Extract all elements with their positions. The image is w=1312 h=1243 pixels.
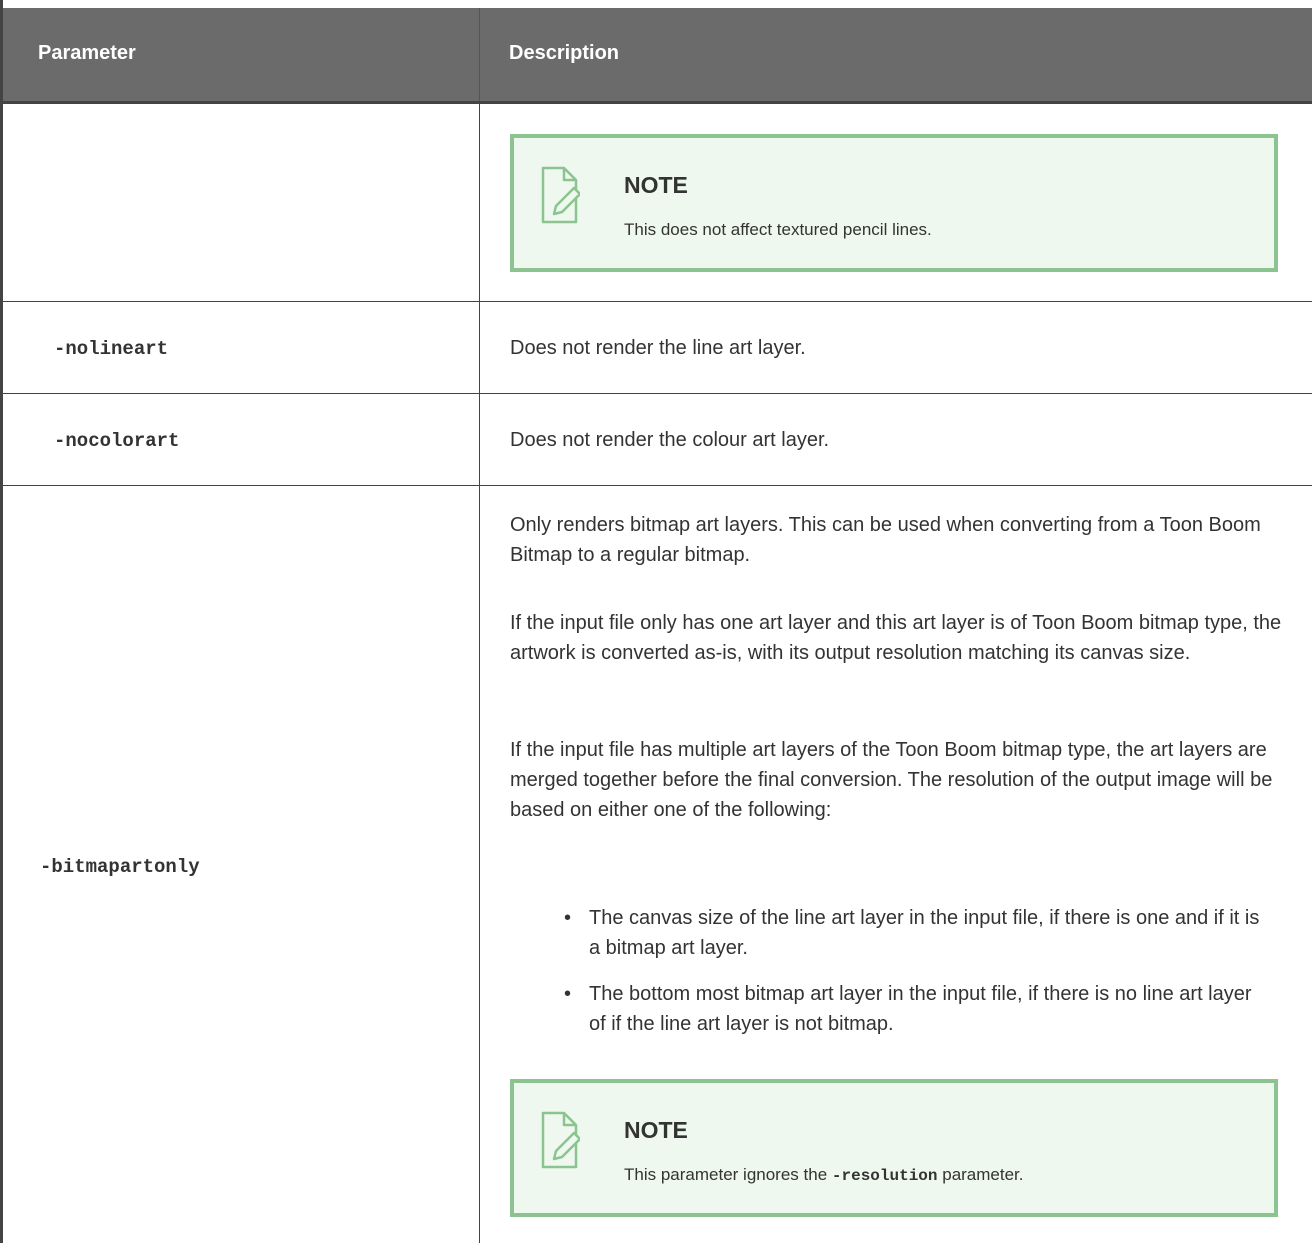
bullet-item: • The bottom most bitmap art layer in th…: [510, 979, 1270, 1039]
note-pencil-icon: [541, 1111, 580, 1169]
note-text: This parameter ignores the -resolution p…: [624, 1165, 1024, 1185]
row-divider: [3, 301, 1312, 302]
param-nocolorart: -nocolorart: [54, 430, 180, 452]
desc-paragraph: If the input file only has one art layer…: [510, 608, 1290, 668]
parameter-table: Parameter Description NOTE This does not…: [0, 0, 1312, 1243]
header-parameter: Parameter: [38, 42, 136, 64]
param-bitmapartonly: -bitmapartonly: [40, 856, 200, 878]
note-box: NOTE This does not affect textured penci…: [510, 134, 1278, 272]
desc-paragraph: If the input file has multiple art layer…: [510, 735, 1290, 825]
desc-paragraph-1: Only renders bitmap art layers. This can…: [510, 514, 1261, 566]
param-nolineart: -nolineart: [54, 338, 169, 360]
column-divider: [479, 104, 480, 1243]
desc-nolineart: Does not render the line art layer.: [510, 337, 806, 359]
desc-paragraph: Only renders bitmap art layers. This can…: [510, 510, 1290, 570]
note-text: This does not affect textured pencil lin…: [624, 220, 932, 239]
bullet-dot-icon: •: [564, 907, 572, 929]
row-divider: [3, 485, 1312, 486]
header-divider: [479, 8, 480, 101]
row-divider: [3, 393, 1312, 394]
note-code: -resolution: [831, 1167, 938, 1185]
bullet-dot-icon: •: [564, 983, 572, 1005]
bullet-list: • The canvas size of the line art layer …: [510, 903, 1270, 1055]
header-description: Description: [509, 42, 620, 64]
table-header: Parameter Description: [3, 8, 1312, 104]
note-title: NOTE: [624, 1117, 688, 1143]
bullet-item: • The canvas size of the line art layer …: [510, 903, 1270, 963]
desc-paragraph-2: If the input file only has one art layer…: [510, 612, 1282, 664]
note-pencil-icon: [541, 166, 580, 224]
desc-paragraph-3: If the input file has multiple art layer…: [510, 739, 1273, 821]
note-title: NOTE: [624, 172, 688, 198]
desc-nocolorart: Does not render the colour art layer.: [510, 429, 830, 451]
note-box: NOTE This parameter ignores the -resolut…: [510, 1079, 1278, 1217]
